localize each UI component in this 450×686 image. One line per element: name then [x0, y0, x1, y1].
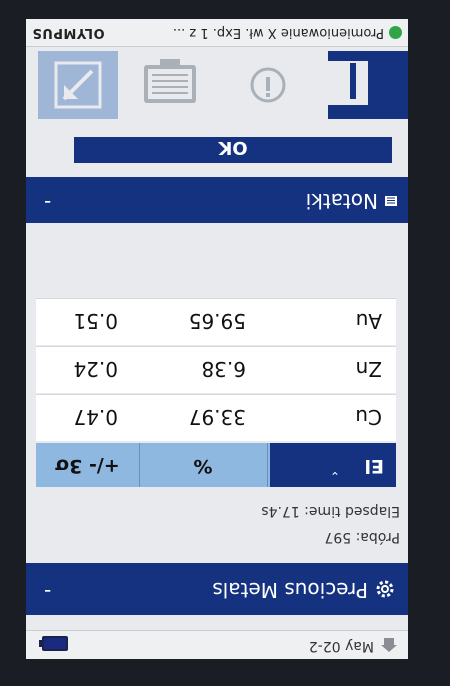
results-button[interactable] — [328, 51, 408, 119]
screen: May 02-2 Precious Metals - Próba: 597 El… — [26, 19, 408, 659]
date-label: May 02-2 — [308, 638, 374, 654]
column-header-element[interactable]: El ⌄ — [270, 443, 396, 487]
footer-status-bar: Promieniowanie X wł. Exp. 1 z ... OLYMPU… — [26, 19, 408, 47]
mode-title: Precious Metals — [212, 578, 368, 602]
table-row[interactable]: Au 59.65 0.51 — [36, 298, 396, 345]
sample-label: Próba: 597 — [324, 529, 400, 545]
report-icon — [144, 59, 196, 103]
elapsed-time-label: Elapsed time: 17.4s — [261, 503, 400, 519]
notes-label: Notatki — [305, 189, 378, 213]
table-row[interactable]: Cu 33.97 0.47 — [36, 394, 396, 441]
table-row[interactable]: Zn 6.38 0.24 — [36, 346, 396, 393]
app-header[interactable]: Precious Metals - — [26, 563, 408, 615]
home-icon[interactable] — [380, 636, 398, 654]
device: May 02-2 Precious Metals - Próba: 597 El… — [0, 0, 450, 686]
collapse-icon[interactable]: - — [44, 191, 51, 215]
xray-status-indicator — [389, 26, 402, 39]
brand-logo: OLYMPUS — [32, 25, 105, 40]
info-icon — [250, 67, 286, 103]
notes-section-header[interactable]: Notatki - — [26, 177, 408, 223]
column-header-sigma[interactable]: +/- 3σ — [35, 443, 140, 487]
table-header: El ⌄ % +/- 3σ — [35, 443, 396, 487]
sort-dropdown-icon[interactable]: ⌄ — [330, 469, 340, 483]
collapse-icon[interactable]: - — [44, 580, 51, 604]
gear-icon — [376, 580, 394, 598]
battery-icon — [42, 636, 68, 651]
bottom-toolbar — [26, 49, 408, 127]
notes-icon — [385, 196, 397, 206]
ok-button[interactable]: OK — [74, 137, 392, 163]
report-button[interactable] — [130, 51, 210, 119]
xray-status-message: Promieniowanie X wł. Exp. 1 z ... — [172, 25, 384, 40]
column-header-percent[interactable]: % — [139, 443, 268, 487]
export-button[interactable] — [38, 51, 118, 119]
results-icon — [328, 61, 368, 105]
export-icon — [54, 61, 102, 109]
info-button[interactable] — [228, 51, 308, 119]
status-bar: May 02-2 — [26, 630, 408, 659]
